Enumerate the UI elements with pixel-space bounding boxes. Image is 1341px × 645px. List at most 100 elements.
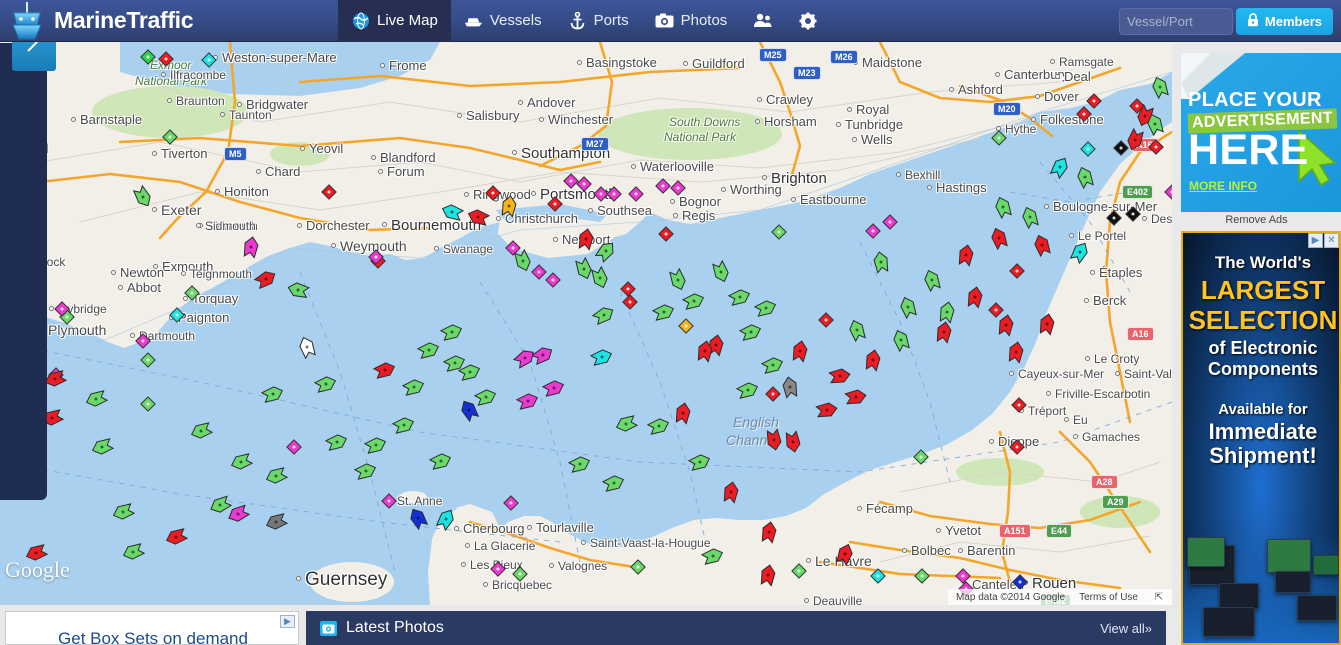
- logo-text: MarineTraffic: [54, 7, 194, 33]
- map-place-dot: [755, 118, 760, 124]
- resize-handle-icon[interactable]: ⇱: [1152, 590, 1166, 604]
- ad2-line-7: Immediate: [1208, 419, 1318, 444]
- map-place-dot: [927, 184, 932, 190]
- road-shield: M23: [793, 66, 821, 80]
- map-place-dot: [806, 557, 811, 563]
- road-shield: A16: [1127, 327, 1154, 341]
- members-label: Members: [1264, 14, 1322, 29]
- live-map[interactable]: English Channel Exmoor National Park Ilfra…: [0, 42, 1172, 605]
- ad-more-info-link[interactable]: MORE INFO: [1189, 179, 1257, 193]
- ad2-line-1: The World's: [1214, 253, 1312, 272]
- map-place-dot: [71, 116, 76, 122]
- map-place-dot: [683, 60, 688, 66]
- gear-icon: [798, 11, 817, 30]
- map-place-dot: [371, 154, 376, 160]
- top-header: MarineTraffic Live Map Vessels Ports Pho…: [0, 0, 1341, 42]
- ad2-product-image: [1183, 533, 1339, 643]
- ad2-line-2: LARGEST: [1200, 275, 1326, 305]
- ad-line-3: HERE: [1188, 126, 1309, 174]
- nav-vessels[interactable]: Vessels: [451, 0, 555, 42]
- search-box[interactable]: [1119, 8, 1317, 35]
- adchoices-icon[interactable]: ▶: [1308, 233, 1323, 248]
- nav-community[interactable]: [740, 0, 785, 42]
- road-shield: M26: [830, 50, 858, 64]
- close-icon[interactable]: ✕: [1324, 233, 1339, 248]
- bottom-left-advertisement[interactable]: Get Box Sets on demand ▶: [5, 611, 299, 645]
- map-place-dot: [857, 505, 862, 511]
- map-place-dot: [118, 284, 123, 290]
- map-place-dot: [995, 71, 1000, 77]
- map-place-dot: [757, 96, 762, 102]
- map-place-dot: [902, 547, 907, 553]
- remove-ads-link[interactable]: Remove Ads: [1172, 214, 1341, 226]
- left-side-panel: [0, 43, 47, 500]
- map-place-dot: [836, 121, 841, 127]
- map-place-dot: [936, 527, 941, 533]
- map-place-dot: [296, 575, 301, 581]
- electronics-advertisement[interactable]: ▶ ✕ The World's LARGEST SELECTION of Ele…: [1181, 231, 1341, 645]
- map-place-dot: [378, 168, 383, 174]
- ad2-line-8: Shipment!: [1209, 443, 1317, 468]
- ad2-line-3: SELECTION: [1188, 305, 1338, 335]
- map-place-dot: [454, 525, 459, 531]
- map-attribution: Map data ©2014 Google Terms of Use ⇱: [947, 589, 1172, 605]
- ad2-line-4: of Electronic: [1208, 338, 1318, 358]
- map-place-dot: [1090, 269, 1095, 275]
- map-place-dot: [852, 136, 857, 142]
- road-shield: A29: [1102, 495, 1129, 509]
- place-advertisement-ad[interactable]: PLACE YOUR ADVERTISEMENT HERE MORE INFO: [1181, 53, 1341, 212]
- map-place-dot: [464, 191, 469, 197]
- map-place-dot: [670, 198, 675, 204]
- map-place-dot: [553, 236, 558, 242]
- map-place-dot: [153, 263, 158, 269]
- road-shield: M20: [993, 102, 1021, 116]
- map-place-dot: [949, 86, 954, 92]
- map-place-dot: [791, 196, 796, 202]
- road-shield: M27: [581, 137, 609, 151]
- view-all-link[interactable]: View all»: [1100, 621, 1152, 636]
- map-place-dot: [588, 207, 593, 213]
- road-shield: M5: [224, 147, 247, 161]
- nav-settings[interactable]: [785, 0, 830, 42]
- terms-of-use-link[interactable]: Terms of Use: [1079, 592, 1138, 603]
- map-place-dot: [1044, 203, 1049, 209]
- road-shield: A151: [999, 524, 1031, 538]
- map-place-dot: [1055, 73, 1060, 79]
- map-place-dot: [1035, 93, 1040, 99]
- road-shield: E402: [1122, 185, 1154, 199]
- road-shield: M25: [759, 48, 787, 62]
- latest-photos-title: Latest Photos: [346, 619, 444, 636]
- map-place-dot: [457, 112, 462, 118]
- latest-photos-panel: Latest Photos View all»: [306, 611, 1166, 645]
- map-place-dot: [496, 215, 501, 221]
- nav-photos[interactable]: Photos: [642, 0, 741, 42]
- map-place-dot: [256, 168, 261, 174]
- map-place-dot: [152, 206, 157, 212]
- map-place-dot: [631, 163, 636, 169]
- ad-line-1: PLACE YOUR: [1188, 89, 1322, 111]
- nav-ports-label: Ports: [593, 12, 629, 29]
- map-place-dot: [1084, 297, 1089, 303]
- map-place-dot: [539, 116, 544, 122]
- lock-icon: [1247, 13, 1259, 30]
- camera-icon: [655, 11, 674, 30]
- ship-icon: [464, 11, 483, 30]
- map-place-dot: [237, 101, 242, 107]
- logo[interactable]: MarineTraffic: [0, 0, 338, 42]
- nav-ports[interactable]: Ports: [555, 0, 642, 42]
- nav-live-map-label: Live Map: [377, 12, 438, 29]
- map-place-dot: [989, 438, 994, 444]
- adchoices-icon[interactable]: ▶: [280, 615, 295, 628]
- ad2-line-5: Components: [1208, 359, 1318, 379]
- map-place-dot: [215, 188, 220, 194]
- map-place-dot: [721, 186, 726, 192]
- road-shield: A28: [1091, 475, 1118, 489]
- nav-live-map[interactable]: Live Map: [338, 0, 451, 42]
- globe-icon: [351, 11, 370, 30]
- map-data-credit: Map data ©2014 Google: [955, 591, 1066, 603]
- map-place-dot: [673, 212, 678, 218]
- members-button[interactable]: Members: [1235, 8, 1333, 35]
- map-place-dot: [518, 99, 523, 105]
- bottom-ad-text: Get Box Sets on demand: [58, 629, 248, 645]
- adchoices-controls[interactable]: ▶ ✕: [1308, 233, 1339, 248]
